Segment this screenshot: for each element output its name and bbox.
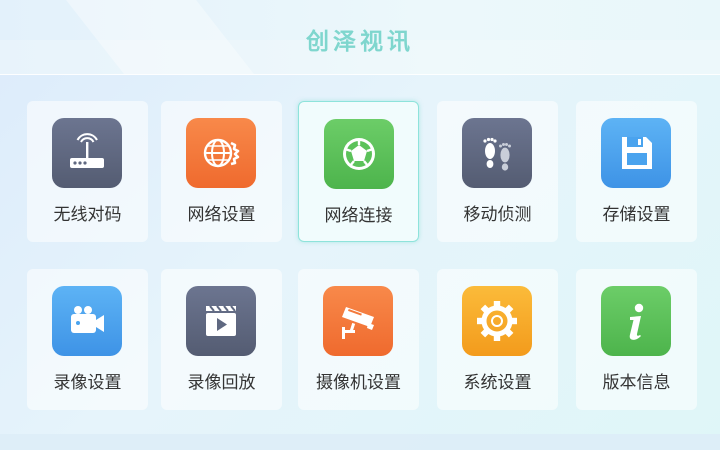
floppy-disk-icon <box>601 118 671 188</box>
tile-label: 网络连接 <box>324 206 393 226</box>
tile-label: 系统设置 <box>463 373 532 393</box>
tile-network-settings[interactable]: 网络设置 <box>161 101 282 242</box>
tile-label: 录像回放 <box>187 373 256 393</box>
tile-label: 存储设置 <box>602 205 671 225</box>
network-connection-icon <box>324 119 394 189</box>
tile-network-connection[interactable]: 网络连接 <box>298 101 419 242</box>
tile-label: 版本信息 <box>602 373 671 393</box>
info-icon <box>601 286 671 356</box>
tile-label: 摄像机设置 <box>316 373 401 393</box>
tile-camera-settings[interactable]: 摄像机设置 <box>298 269 419 410</box>
security-camera-icon <box>323 286 393 356</box>
tile-label: 网络设置 <box>187 205 256 225</box>
tile-version-info[interactable]: 版本信息 <box>576 269 697 410</box>
bottom-bar <box>0 434 720 450</box>
network-globe-gear-icon <box>186 118 256 188</box>
video-camera-icon <box>52 286 122 356</box>
tile-label: 录像设置 <box>53 373 122 393</box>
menu-grid: 无线对码 网络设置 网络连接 移动侦测 存储设置 录像设置 录像回放 摄像机设置… <box>0 0 720 450</box>
tile-label: 无线对码 <box>53 205 122 225</box>
wireless-router-icon <box>52 118 122 188</box>
tile-storage-settings[interactable]: 存储设置 <box>576 101 697 242</box>
tile-recording-playback[interactable]: 录像回放 <box>161 269 282 410</box>
tile-wireless-pairing[interactable]: 无线对码 <box>27 101 148 242</box>
footprints-icon <box>462 118 532 188</box>
tile-recording-settings[interactable]: 录像设置 <box>27 269 148 410</box>
gear-icon <box>462 286 532 356</box>
tile-motion-detection[interactable]: 移动侦测 <box>437 101 558 242</box>
clapperboard-play-icon <box>186 286 256 356</box>
tile-label: 移动侦测 <box>463 205 532 225</box>
tile-system-settings[interactable]: 系统设置 <box>437 269 558 410</box>
